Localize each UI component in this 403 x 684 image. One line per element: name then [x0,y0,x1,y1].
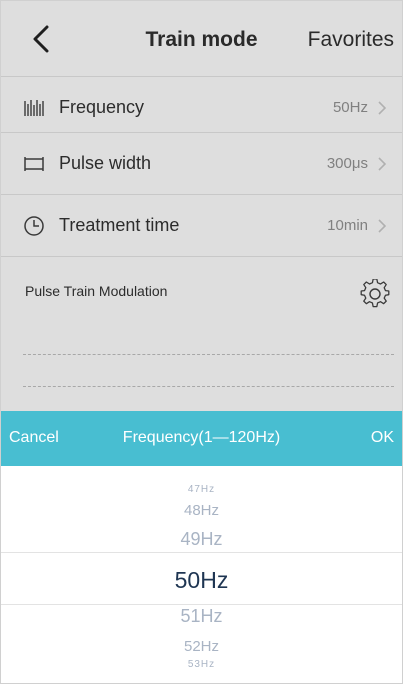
pulse-width-value: 300μs [326,155,368,172]
selection-line-top [1,552,402,553]
gear-icon[interactable] [360,278,390,309]
picker-option[interactable]: 52Hz [1,638,402,655]
treatment-time-row[interactable]: Treatment time 10min [1,194,402,256]
chart-gridline [23,354,394,355]
chevron-right-icon [378,218,387,233]
phone-screen: Train mode Favorites Frequency 50Hz Puls… [0,0,403,684]
picker-option[interactable]: 53Hz [1,659,402,670]
picker-option[interactable]: 47Hz [1,484,402,495]
picker-title: Frequency(1—120Hz) [122,429,281,446]
pulse-train-modulation-label: Pulse Train Modulation [25,283,168,299]
pulse-width-label: Pulse width [59,153,152,173]
frequency-picker-wheel[interactable]: 47Hz 48Hz 49Hz 50Hz 51Hz 52Hz 53Hz [1,466,402,683]
pulse-width-icon [23,153,45,175]
treatment-time-value: 10min [327,217,368,234]
frequency-value: 50Hz [332,99,368,116]
ok-button[interactable]: OK [371,429,394,447]
picker-toolbar: Cancel Frequency(1—120Hz) OK [1,411,402,466]
frequency-icon [23,97,45,119]
chevron-right-icon [378,156,387,171]
settings-panel: Train mode Favorites Frequency 50Hz Puls… [1,1,402,411]
treatment-time-label: Treatment time [59,215,180,235]
frequency-row[interactable]: Frequency 50Hz [1,76,402,138]
picker-option[interactable]: 48Hz [1,502,402,519]
favorites-button[interactable]: Favorites [308,28,394,52]
top-bar: Train mode Favorites [1,1,402,76]
picker-option[interactable]: 51Hz [1,606,402,627]
pulse-train-modulation-section: Pulse Train Modulation [1,256,402,412]
chart-gridline [23,386,394,387]
frequency-label: Frequency [59,97,145,117]
chevron-right-icon [378,100,387,115]
picker-option-selected[interactable]: 50Hz [1,567,402,594]
clock-icon [23,215,45,237]
picker-option[interactable]: 49Hz [1,529,402,550]
selection-line-bottom [1,604,402,605]
pulse-width-row[interactable]: Pulse width 300μs [1,132,402,194]
